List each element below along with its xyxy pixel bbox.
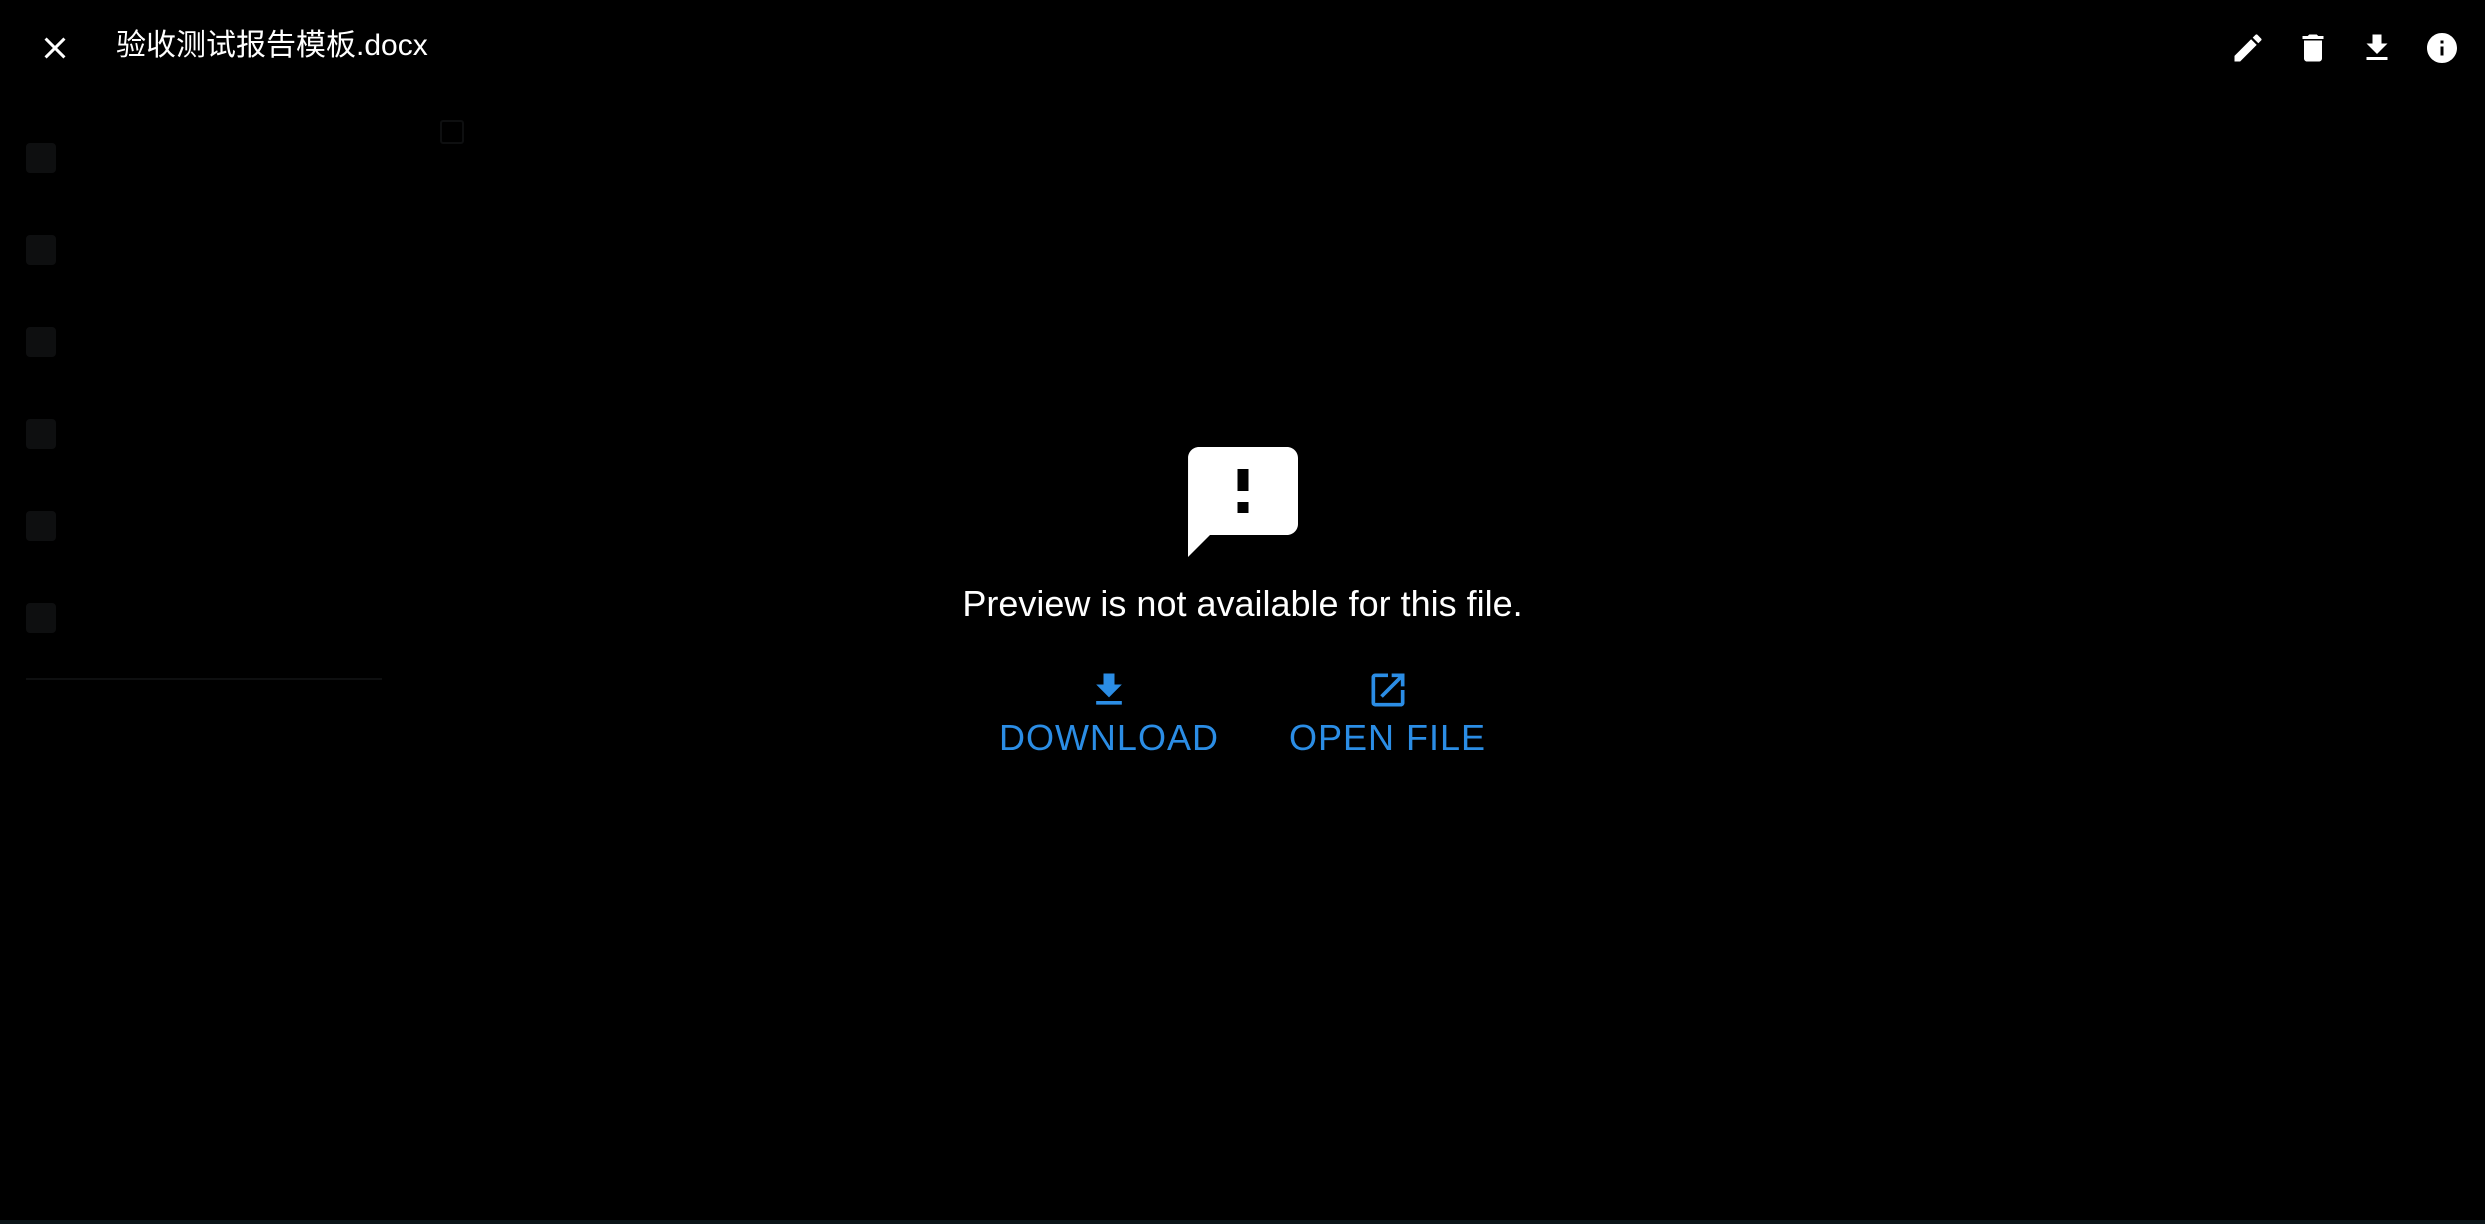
- background-nav-item: [26, 204, 386, 296]
- folder-icon: [26, 235, 56, 265]
- close-icon: [44, 37, 66, 59]
- background-breadcrumb: [440, 120, 464, 144]
- download-button[interactable]: [2353, 24, 2401, 72]
- pencil-icon: [2234, 34, 2262, 62]
- preview-header: 验收测试报告模板.docx: [0, 0, 2485, 96]
- preview-unavailable-panel: Preview is not available for this file. …: [0, 436, 2485, 760]
- open-in-new-icon: [1371, 673, 1404, 707]
- download-label: DOWNLOAD: [998, 717, 1219, 758]
- close-button[interactable]: [31, 24, 79, 72]
- background-nav-item: [26, 296, 386, 388]
- feedback-alert-icon: [1177, 436, 1309, 568]
- file-title: 验收测试报告模板.docx: [116, 29, 428, 62]
- checkbox-icon: [440, 120, 464, 144]
- trash-icon: [2302, 34, 2324, 62]
- info-icon: [2427, 33, 2457, 63]
- info-button[interactable]: [2418, 24, 2466, 72]
- download-icon: [1096, 673, 1122, 705]
- preview-actions: DOWNLOAD OPEN FILE: [0, 668, 2485, 760]
- download-icon: [2366, 34, 2388, 60]
- user-icon: [26, 143, 56, 173]
- new-folder-icon: [26, 327, 56, 357]
- download-link[interactable]: DOWNLOAD: [999, 668, 1219, 760]
- rename-button[interactable]: [2224, 24, 2272, 72]
- delete-button[interactable]: [2289, 24, 2337, 72]
- file-preview-page: 验收测试报告模板.docx Preview is not available f…: [0, 0, 2485, 1224]
- bottom-edge: [0, 1220, 2485, 1224]
- open-file-link[interactable]: OPEN FILE: [1289, 668, 1486, 760]
- background-nav-item: [26, 112, 386, 204]
- preview-unavailable-message: Preview is not available for this file.: [962, 583, 1523, 624]
- open-file-label: OPEN FILE: [1288, 717, 1487, 758]
